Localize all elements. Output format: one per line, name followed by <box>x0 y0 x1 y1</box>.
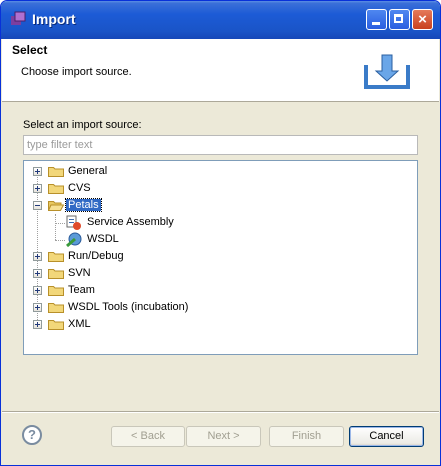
maximize-icon <box>394 14 403 23</box>
expand-icon[interactable] <box>33 252 42 261</box>
window-title: Import <box>32 11 76 27</box>
tree-item-label: XML <box>68 318 91 330</box>
expand-icon[interactable] <box>33 303 42 312</box>
import-wizard-icon <box>364 54 410 89</box>
tree-item-wsdl-tools[interactable]: WSDL Tools (incubation) <box>24 299 414 316</box>
tree-item-label: Team <box>68 284 95 296</box>
service-assembly-icon <box>66 215 81 230</box>
wsdl-icon <box>66 232 82 248</box>
tree-item-petals[interactable]: Petals <box>24 197 414 214</box>
minimize-button[interactable] <box>366 9 387 30</box>
finish-button[interactable]: Finish <box>269 426 344 447</box>
tree-item-label: General <box>68 165 108 177</box>
tree-item-label: Service Assembly <box>87 216 174 228</box>
folder-icon <box>48 286 64 296</box>
expand-icon[interactable] <box>33 269 42 278</box>
expand-icon[interactable] <box>33 286 42 295</box>
tree-item-label: WSDL Tools (incubation) <box>68 301 189 313</box>
tree-item-label: WSDL <box>87 233 119 245</box>
folder-icon <box>48 167 64 177</box>
tree-item-label: SVN <box>68 267 91 279</box>
tree-item-label: CVS <box>68 182 91 194</box>
import-source-label: Select an import source: <box>23 119 142 131</box>
close-button[interactable]: × <box>412 9 433 30</box>
tree-item-service-assembly[interactable]: Service Assembly <box>24 214 414 231</box>
import-source-tree[interactable]: General CVS Petals Service Assembly WSDL… <box>23 160 418 355</box>
back-button[interactable]: < Back <box>111 426 185 447</box>
close-icon: × <box>418 11 427 28</box>
folder-icon <box>48 269 64 279</box>
tree-item-team[interactable]: Team <box>24 282 414 299</box>
cancel-button[interactable]: Cancel <box>349 426 424 447</box>
tree-item-label: Petals <box>65 198 102 212</box>
title-bar[interactable]: Import × <box>1 1 440 39</box>
collapse-icon[interactable] <box>33 201 42 210</box>
import-dialog: Import × Select Choose import source. Se… <box>0 0 441 466</box>
expand-icon[interactable] <box>33 320 42 329</box>
expand-icon[interactable] <box>33 184 42 193</box>
expand-icon[interactable] <box>33 167 42 176</box>
footer-separator <box>2 411 439 413</box>
help-icon[interactable]: ? <box>22 425 42 445</box>
next-button[interactable]: Next > <box>186 426 261 447</box>
page-title: Select <box>12 43 48 57</box>
folder-icon <box>48 184 64 194</box>
page-description: Choose import source. <box>21 66 132 78</box>
tree-item-wsdl[interactable]: WSDL <box>24 231 414 248</box>
folder-icon <box>48 320 64 330</box>
wizard-header: Select Choose import source. <box>2 39 439 102</box>
tree-item-svn[interactable]: SVN <box>24 265 414 282</box>
folder-icon <box>48 303 64 313</box>
folder-icon <box>48 252 64 262</box>
filter-input[interactable] <box>23 135 418 155</box>
maximize-button[interactable] <box>389 9 410 30</box>
tree-item-general[interactable]: General <box>24 163 414 180</box>
tree-item-label: Run/Debug <box>68 250 124 262</box>
eclipse-import-icon <box>11 11 26 25</box>
tree-item-run-debug[interactable]: Run/Debug <box>24 248 414 265</box>
tree-item-cvs[interactable]: CVS <box>24 180 414 197</box>
tree-item-xml[interactable]: XML <box>24 316 414 333</box>
minimize-icon <box>372 22 380 25</box>
open-folder-icon <box>48 201 64 211</box>
